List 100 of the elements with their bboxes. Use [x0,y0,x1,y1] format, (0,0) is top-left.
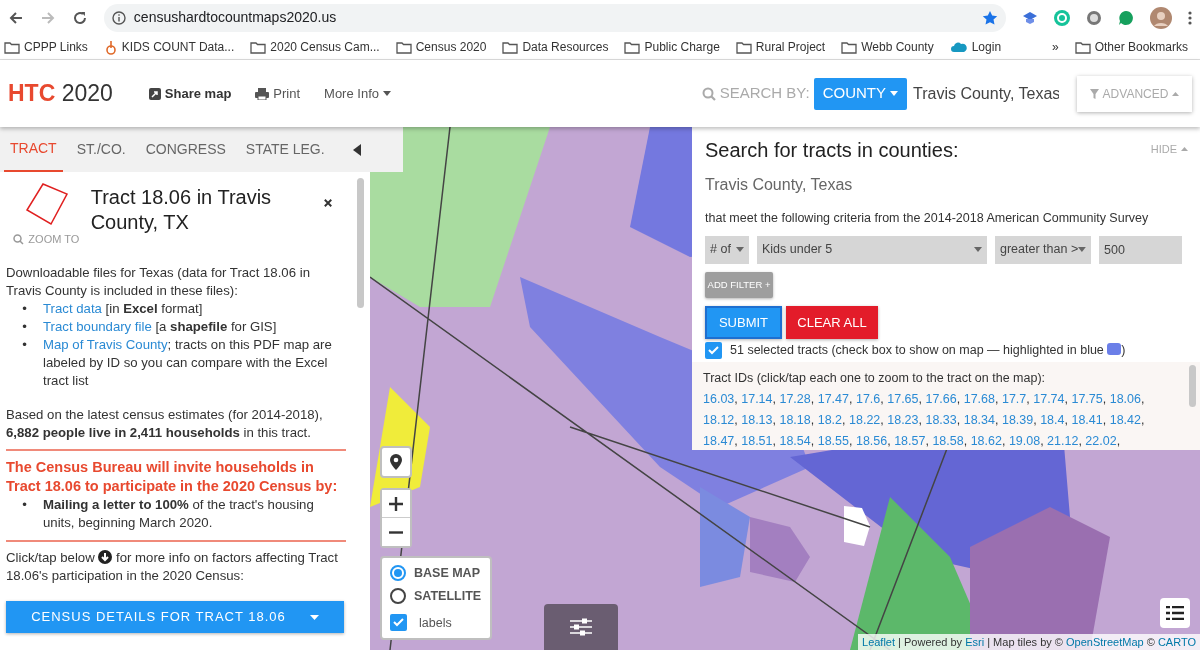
tract-id-link[interactable]: 17.65 [887,391,919,406]
attribution-link[interactable]: CARTO [1157,635,1196,648]
caret-icon [1172,91,1180,96]
location-button[interactable] [380,446,412,478]
tract-id-link[interactable]: 18.06 [1109,391,1141,406]
reload-icon[interactable] [71,9,88,26]
radio-option[interactable]: SATELLITE [390,586,482,606]
checkbox[interactable] [390,614,407,632]
list-icon [1166,606,1184,620]
filter-button[interactable] [544,604,618,650]
extension-icon[interactable] [1054,9,1070,26]
search-icon [701,86,716,101]
attribution-link[interactable]: OpenStreetMap [1066,635,1144,648]
nav-link[interactable]: Share map [144,83,236,104]
tract-id-link[interactable]: 18.54 [779,433,811,448]
search-type-dropdown[interactable]: COUNTY [813,77,907,110]
paragraph: Downloadable files for Texas (data for Tract 18.06 in Travis County is included in these files): [6,264,311,300]
caret-icon [1078,247,1086,253]
menu-icon[interactable] [1188,9,1192,26]
bookmark[interactable]: Rural Project [735,38,826,56]
submit-button[interactable]: SUBMIT [705,305,782,339]
bookmark[interactable]: Webb County [841,38,934,56]
tract-id-link[interactable]: 17.7 [1001,391,1027,406]
tract-id-link[interactable]: 22.02 [1085,433,1117,448]
address-bar[interactable]: censushardtocountmaps2020.us [103,3,1006,32]
tract-id-link[interactable]: 18.47 [703,433,735,448]
zoom-in-button[interactable] [382,490,410,518]
radio-button[interactable] [390,565,406,582]
attribution-link[interactable]: Leaflet [862,635,896,648]
bookmark[interactable]: 2020 Census Cam... [250,38,380,56]
file-link[interactable]: Map of Travis County [43,337,168,352]
file-link[interactable]: Tract boundary file [43,319,152,334]
nav-link[interactable]: Print [251,83,305,104]
tract-id-link[interactable]: 17.68 [963,391,995,406]
checkbox-label: ) [1121,342,1126,357]
notice-heading: The Census Bureau will invite households in Tract 18.06 to participate in the 2020 Census by: [6,458,339,496]
tab[interactable]: STATE LEG. [239,127,331,172]
folder-icon [395,40,412,54]
bookmark[interactable]: Other Bookmarks [1074,38,1188,56]
add-filter-button[interactable]: ADD FILTER + [705,271,773,298]
bookmark[interactable]: Login [949,38,1002,56]
nav-link[interactable]: More Info [320,83,395,104]
value-field[interactable]: 500 [1099,235,1182,264]
file-link[interactable]: Tract data [43,301,102,316]
variable-dropdown[interactable]: Kids under 5 [757,235,987,264]
legend-button[interactable] [1160,598,1190,628]
info-icon [111,10,126,25]
tract-id-link[interactable]: 17.66 [925,391,957,406]
tract-id-link[interactable]: 17.14 [741,391,773,406]
tract-id-link[interactable]: 18.34 [963,412,995,427]
graduation-cap-icon[interactable] [1022,9,1038,26]
radio-option[interactable]: BASE MAP [390,564,482,583]
tract-id-link[interactable]: 17.75 [1071,391,1103,406]
scrollbar[interactable] [357,178,364,308]
measure-dropdown[interactable]: # of [705,235,749,264]
tract-id-link[interactable]: 18.55 [817,433,849,448]
hide-link[interactable]: HIDE [1150,141,1188,158]
close-icon[interactable] [323,198,332,208]
tract-id-link[interactable]: 17.74 [1033,391,1065,406]
tract-id-link[interactable]: 17.28 [779,391,811,406]
tab[interactable]: ST./CO. [70,127,132,172]
attribution-link[interactable]: Esri [965,635,985,648]
details-button[interactable]: CENSUS DETAILS FOR TRACT 18.06 [6,601,344,633]
printer-icon [255,87,270,100]
star-icon[interactable] [982,9,998,26]
tract-id-link[interactable]: 18.58 [932,433,964,448]
tract-id-link[interactable]: 18.13 [741,412,773,427]
bookmark[interactable]: Public Charge [624,38,720,56]
checkbox-option[interactable]: labels [390,613,482,633]
tract-id-link[interactable]: 18.62 [970,433,1002,448]
tract-id-link[interactable]: 18.18 [779,412,811,427]
radio-button[interactable] [390,588,406,605]
list-item: Map of Travis County; tracts on this PDF map are labeled by ID so you can compare with the Excel tract list [43,336,333,390]
tract-id-link[interactable]: 18.42 [1109,412,1141,427]
tract-id-link[interactable]: 17.47 [817,391,849,406]
scrollbar[interactable] [1189,364,1196,407]
bookmark[interactable]: CPPP Links [4,38,88,56]
checkbox[interactable] [705,341,722,359]
tract-id-link[interactable]: 18.23 [887,412,919,427]
folder-icon [735,40,752,54]
operator-dropdown[interactable]: greater than > [995,235,1091,264]
caret-icon [383,91,391,96]
avatar-icon[interactable] [1150,6,1172,29]
collapse-icon[interactable] [352,143,361,156]
tract-id-link[interactable]: 18.57 [894,433,926,448]
logo[interactable]: HTC 2020 [8,76,113,111]
tract-id-link[interactable]: 18.4 [1040,412,1065,427]
bookmarks-overflow[interactable]: » [1051,38,1059,56]
tract-id-link[interactable]: 18.33 [925,412,957,427]
bookmark[interactable]: Census 2020 [395,38,487,56]
advanced-button[interactable]: ADVANCED [1077,75,1192,112]
bookmark[interactable]: KIDS COUNT Data... [103,38,235,56]
tract-id-link[interactable]: 18.41 [1071,412,1103,427]
clear-all-button[interactable]: CLEAR ALL [786,305,878,339]
zoom-to-button[interactable]: ZOOM TO [6,180,87,248]
extension-icon[interactable] [1086,9,1102,26]
tab[interactable]: CONGRESS [139,127,232,172]
bookmark[interactable]: Data Resources [502,38,609,56]
chat-icon[interactable] [1118,9,1134,26]
tract-id-link[interactable]: 18.51 [741,433,773,448]
